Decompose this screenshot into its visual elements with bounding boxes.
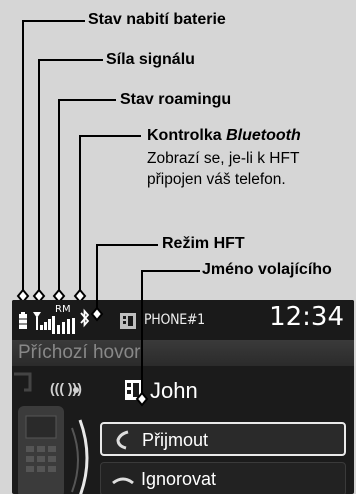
ignore-call-label: Ignorovat [141,469,217,489]
accept-call-label: Přijmout [142,430,209,450]
roaming-label: Stav roamingu [120,91,232,108]
contact-card-icon [125,380,141,400]
accept-call-icon [116,430,129,450]
caller-name-label: Jméno volajícího [202,261,332,278]
status-bar: RM PHONE#1 12:34 [12,300,354,340]
caller-name: John [150,378,198,403]
incoming-call-header: Příchozí hovor [12,340,354,366]
ringing-waves-icon-dot [73,387,79,393]
battery-label: Stav nabití baterie [88,11,226,28]
bluetooth-label: Kontrolka Bluetooth [147,126,301,145]
annotated-phone-display: Stav nabití baterie Síla signálu Stav ro… [0,0,356,494]
phone-display: RM PHONE#1 12:34 Příchozí hovor ((())) … [12,300,354,494]
bluetooth-icon [80,308,90,328]
hft-mode-label: Režim HFT [162,235,245,252]
battery-icon [19,312,27,329]
accept-call-button[interactable]: Přijmout [100,422,346,456]
hft-mode-icon [120,313,136,329]
signal-leader [38,59,103,302]
battery-leader [22,20,85,302]
bluetooth-leader [79,135,141,302]
bluetooth-label-italic: Bluetooth [226,127,301,144]
bluetooth-label-prefix: Kontrolka [147,127,227,144]
roaming-leader [58,99,116,302]
roaming-icon: RM [52,304,80,334]
device-name: PHONE#1 [144,312,205,328]
incoming-call-title: Příchozí hovor [18,342,141,363]
clock: 12:34 [269,302,344,332]
bluetooth-desc-line2: připojen váš telefon. [147,170,286,188]
roaming-text: RM [55,304,71,315]
ignore-call-button[interactable]: Ignorovat [100,462,346,494]
bluetooth-desc-line1: Zobrazí se, je-li k HFT [147,150,300,167]
caller-row: ((( ))) John [12,368,354,412]
ignore-call-icon [112,477,134,485]
bluetooth-description: Zobrazí se, je-li k HFT připojen váš tel… [147,149,299,191]
signal-label: Síla signálu [106,51,195,68]
